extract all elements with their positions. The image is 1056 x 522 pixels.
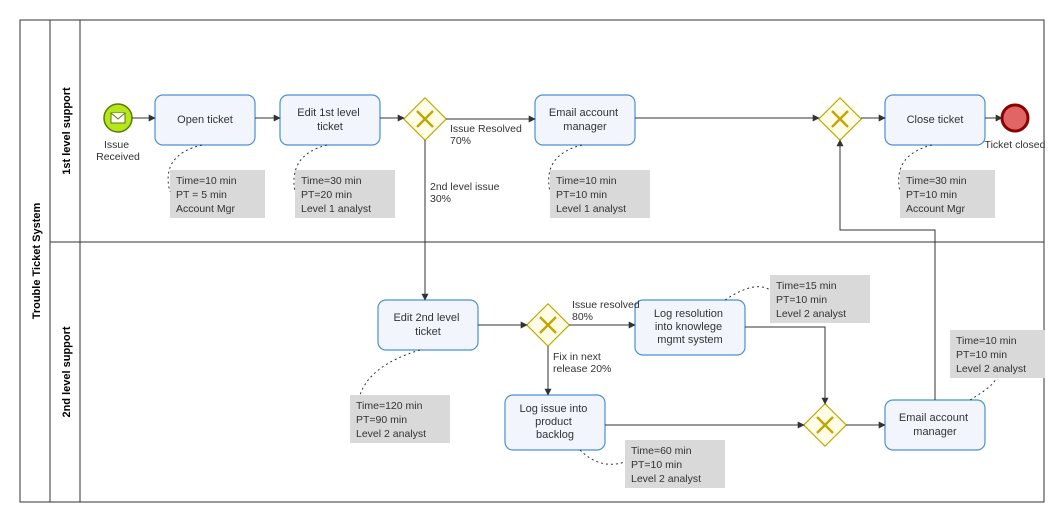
gateway-2 — [527, 304, 569, 346]
start-event: Issue Received — [96, 104, 140, 163]
task-open-ticket: Open ticket — [155, 95, 255, 145]
bpmn-diagram: Trouble Ticket System 1st level support … — [0, 0, 1056, 522]
start-event-label: Issue Received — [96, 139, 140, 163]
task-close-ticket: Close ticket — [885, 95, 985, 145]
task-log-resolution-label: Log resolution into knowlege mgmt system — [654, 308, 726, 346]
task-edit-1st-level: Edit 1st level ticket — [280, 95, 380, 145]
edge-label-issue-resolved-2: Issue resolved 80% — [572, 299, 643, 323]
lane-2-title: 2nd level support — [61, 326, 73, 417]
anno-log-backlog: Time=60 min PT=10 min Level 2 analyst — [625, 440, 725, 488]
task-close-ticket-label: Close ticket — [907, 114, 964, 126]
anno-email-account-manager-2: Time=10 min PT=10 min Level 2 analyst — [950, 330, 1045, 378]
edge-label-issue-resolved: Issue Resolved 70% — [450, 123, 525, 147]
edge-label-2nd-level: 2nd level issue 30% — [430, 181, 502, 205]
end-event: Ticket closed — [985, 105, 1046, 151]
gateway-1 — [404, 98, 446, 140]
gateway-4 — [804, 404, 846, 446]
pool-title: Trouble Ticket System — [31, 203, 43, 320]
task-email-account-manager-2: Email account manager — [885, 400, 985, 450]
svg-text:Time=30 min PT=10 min: Time=30 min PT=10 min Account Mgr — [906, 175, 970, 215]
task-log-resolution: Log resolution into knowlege mgmt system — [635, 300, 745, 355]
anno-edit-2nd-level: Time=120 min PT=90 min Level 2 analyst — [350, 395, 450, 443]
gateway-3 — [819, 98, 861, 140]
anno-edit-1st-level: Time=30 min PT=20 min Level 1 analyst — [295, 170, 395, 218]
task-open-ticket-label: Open ticket — [177, 114, 233, 126]
anno-email-account-manager-1: Time=10 min PT=10 min Level 1 analyst — [550, 170, 650, 218]
anno-open-ticket: Time=10 min PT = 5 min Account Mgr — [170, 170, 265, 218]
edge-label-fix-next: Fix in next release 20% — [553, 351, 611, 375]
lane-1-title: 1st level support — [61, 87, 73, 175]
task-email-account-manager-1: Email account manager — [535, 95, 635, 145]
task-edit-2nd-level: Edit 2nd level ticket — [378, 300, 478, 350]
anno-close-ticket: Time=30 min PT=10 min Account Mgr — [900, 170, 995, 218]
task-log-backlog: Log issue into product backlog — [505, 395, 605, 450]
anno-log-resolution: Time=15 min PT=10 min Level 2 analyst — [770, 275, 870, 323]
end-event-label: Ticket closed — [985, 139, 1046, 151]
